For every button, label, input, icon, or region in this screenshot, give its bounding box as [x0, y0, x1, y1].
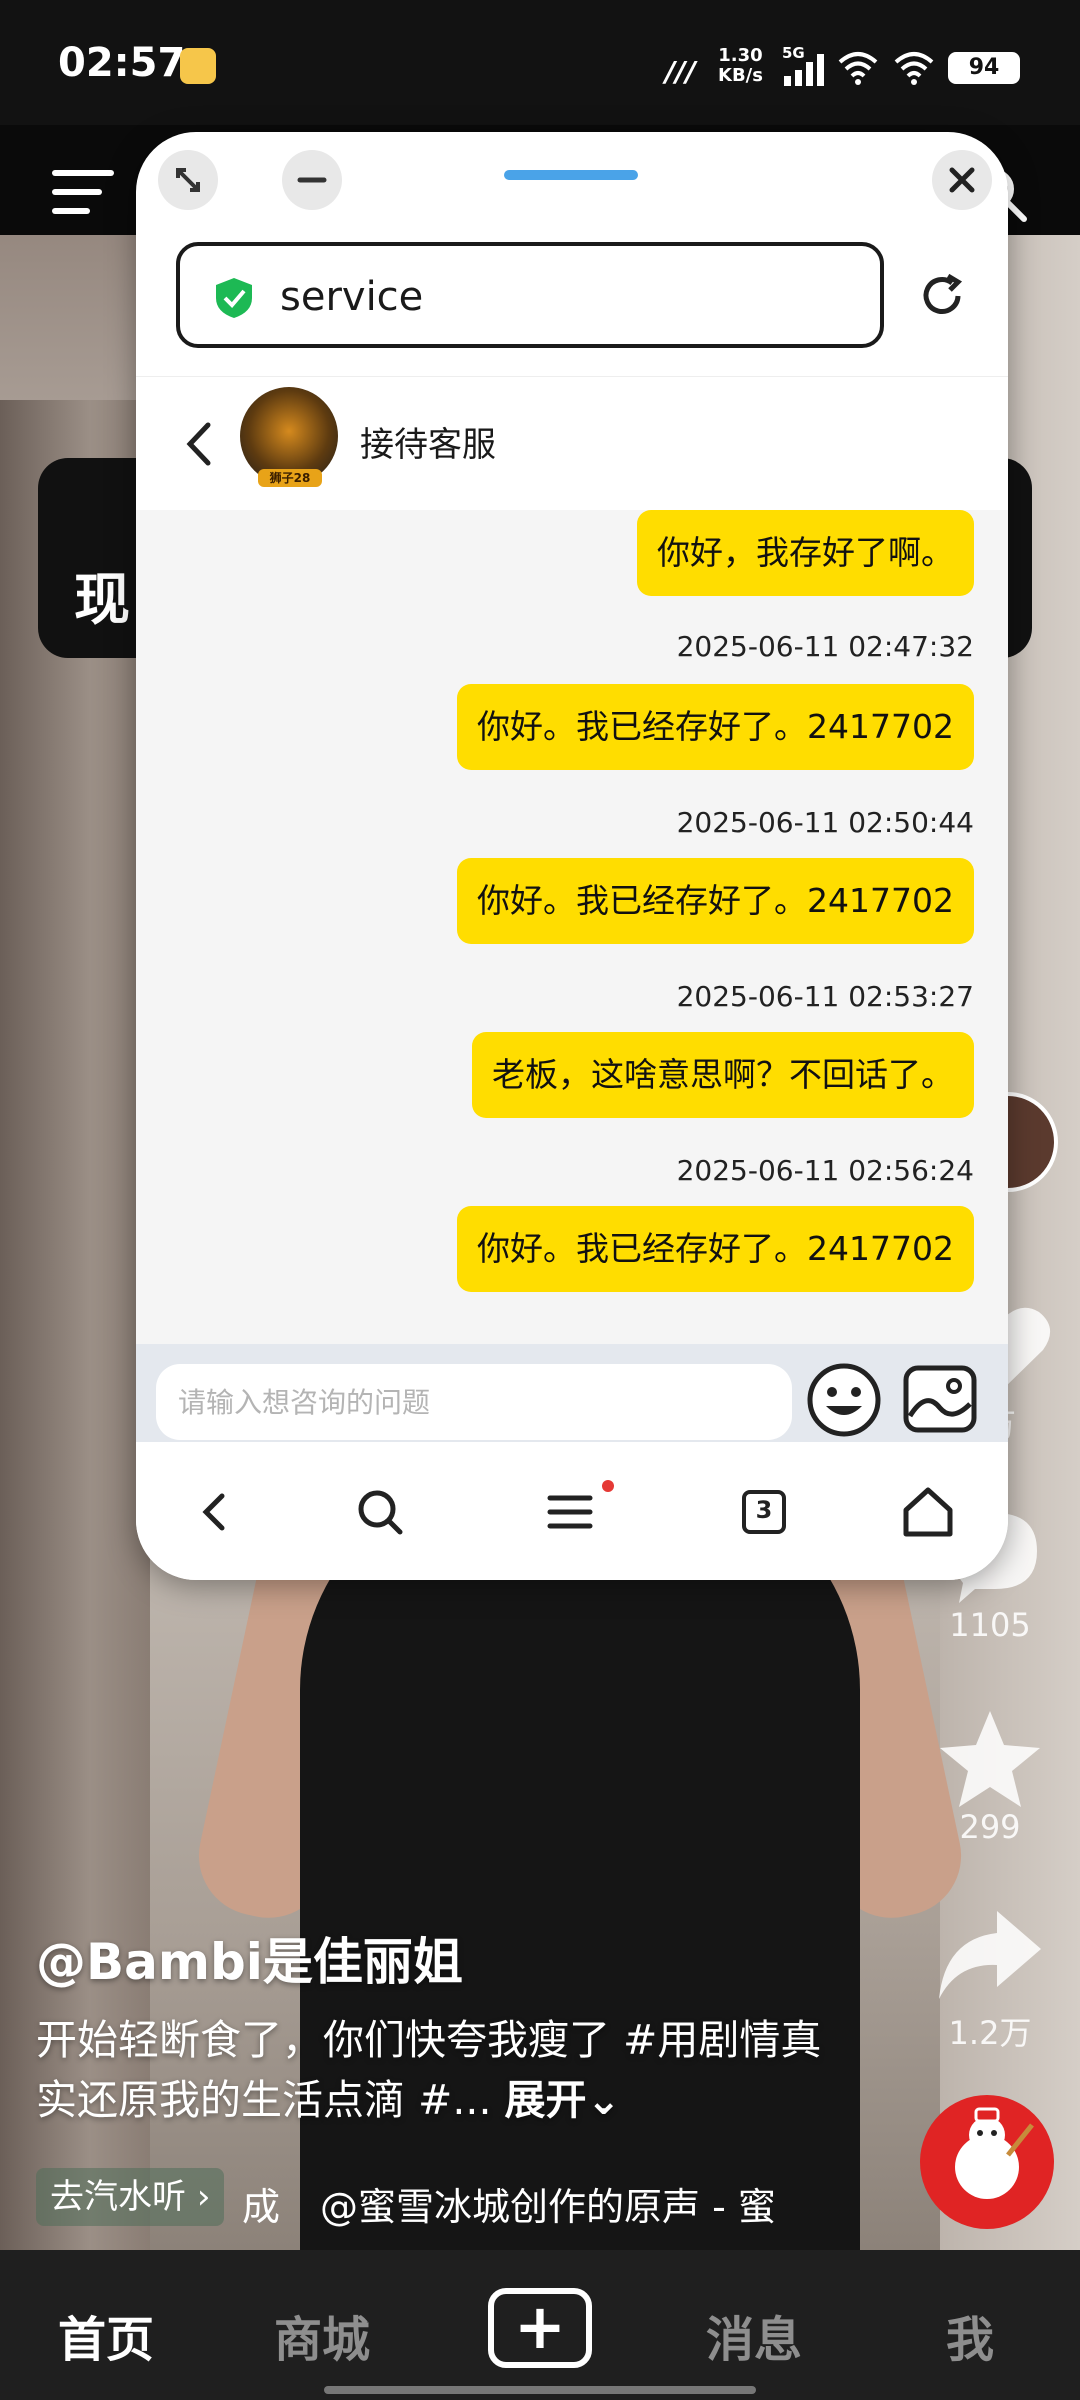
message-bubble: 你好。我已经存好了。2417702	[457, 684, 974, 770]
search-icon[interactable]	[350, 1482, 410, 1542]
share-icon[interactable]	[935, 1905, 1045, 2005]
net-speed-value: 1.30	[718, 45, 763, 66]
minimize-window-button[interactable]	[282, 150, 342, 210]
image-icon[interactable]	[900, 1360, 980, 1440]
notification-dot	[602, 1480, 614, 1492]
message-time: 2025-06-11 02:56:24	[676, 1154, 974, 1187]
wifi-icon	[894, 52, 934, 85]
home-icon[interactable]	[898, 1482, 958, 1542]
video-caption: 开始轻断食了，你们快夸我瘦了 #用剧情真实还原我的生活点滴 #... 展开⌄	[36, 2010, 836, 2130]
chat-title: 接待客服	[360, 425, 496, 465]
battery-icon: 94	[948, 52, 1020, 84]
address-text: service	[280, 274, 424, 320]
nav-me[interactable]: 我	[946, 2300, 994, 2370]
music-row: 去汽水听 › 成 @蜜雪冰城创作的原声 - 蜜	[36, 2168, 1036, 2229]
video-person	[300, 1470, 860, 2250]
back-icon[interactable]	[182, 421, 216, 467]
browser-nav: 3	[136, 1460, 1008, 1580]
chat-header: 狮子28 接待客服	[136, 376, 1008, 510]
close-icon	[949, 167, 975, 193]
menu-icon[interactable]	[52, 168, 114, 216]
minus-icon	[297, 177, 327, 183]
message-bubble: 你好。我已经存好了。2417702	[457, 1206, 974, 1292]
message-time: 2025-06-11 02:47:32	[676, 630, 974, 663]
status-bar: 02:57 /// 1.30 KB/s 5G 94	[0, 0, 1080, 125]
tab-count: 3	[755, 1496, 773, 1524]
signal-icon	[784, 54, 824, 86]
close-window-button[interactable]	[932, 150, 992, 210]
music-title[interactable]: @蜜雪冰城创作的原声 - 蜜	[320, 2176, 776, 2231]
expand-icon	[176, 168, 200, 192]
chat-input[interactable]	[156, 1364, 792, 1440]
expand-window-button[interactable]	[158, 150, 218, 210]
plus-icon: +	[514, 2290, 566, 2363]
chevron-down-icon: ⌄	[586, 2076, 621, 2124]
back-icon[interactable]	[186, 1482, 246, 1542]
favorite-count: 299	[959, 1808, 1021, 1846]
chat-input-bar	[136, 1344, 1008, 1442]
star-icon[interactable]	[935, 1705, 1045, 1815]
status-time: 02:57	[58, 40, 186, 86]
nav-home[interactable]: 首页	[58, 2300, 154, 2370]
net-speed: 1.30 KB/s	[718, 46, 763, 86]
notification-app-icon	[180, 48, 216, 84]
comment-count: 1105	[949, 1606, 1031, 1644]
shield-icon	[216, 278, 252, 318]
listen-chip-label: 去汽水听	[50, 2177, 186, 2217]
floating-browser-window: service 狮子28 接待客服 你好，我存好了啊。 2025-06-11 0…	[136, 132, 1008, 1580]
home-indicator[interactable]	[324, 2386, 756, 2394]
listen-in-app-chip[interactable]: 去汽水听 ›	[36, 2168, 225, 2226]
message-time: 2025-06-11 02:50:44	[676, 806, 974, 839]
message-bubble: 你好。我已经存好了。2417702	[457, 858, 974, 944]
share-count: 1.2万	[948, 2014, 1032, 2052]
net-speed-unit: KB/s	[718, 65, 763, 86]
live-card-text: 现	[74, 568, 130, 633]
window-drag-handle[interactable]	[504, 170, 638, 180]
menu-icon[interactable]	[540, 1482, 600, 1542]
caption-expand-button[interactable]: 展开⌄	[505, 2076, 621, 2124]
message-time: 2025-06-11 02:53:27	[676, 980, 974, 1013]
chevron-right-icon: ›	[196, 2177, 211, 2217]
create-button[interactable]: +	[488, 2288, 592, 2368]
nav-mall[interactable]: 商城	[274, 2300, 370, 2370]
tabs-button[interactable]: 3	[734, 1482, 794, 1542]
agent-avatar: 狮子28	[240, 387, 338, 487]
music-prefix: 成	[242, 2185, 281, 2229]
nfc-icon: ///	[665, 55, 696, 88]
video-author[interactable]: @Bambi是佳丽姐	[36, 1922, 463, 1994]
emoji-icon[interactable]	[804, 1360, 884, 1440]
wifi-icon	[838, 52, 878, 85]
message-bubble: 老板，这啥意思啊？不回话了。	[472, 1032, 974, 1118]
caption-body: 开始轻断食了，你们快夸我瘦了 #用剧情真实还原我的生活点滴 #...	[36, 2016, 822, 2124]
chat-messages[interactable]: 你好，我存好了啊。 2025-06-11 02:47:32 你好。我已经存好了。…	[136, 510, 1008, 1344]
reload-icon[interactable]	[914, 268, 970, 324]
caption-expand-label: 展开	[504, 2076, 587, 2124]
message-bubble: 你好，我存好了啊。	[637, 510, 974, 596]
nav-messages[interactable]: 消息	[706, 2300, 802, 2370]
address-bar[interactable]: service	[176, 242, 884, 348]
agent-avatar-badge: 狮子28	[258, 469, 322, 487]
